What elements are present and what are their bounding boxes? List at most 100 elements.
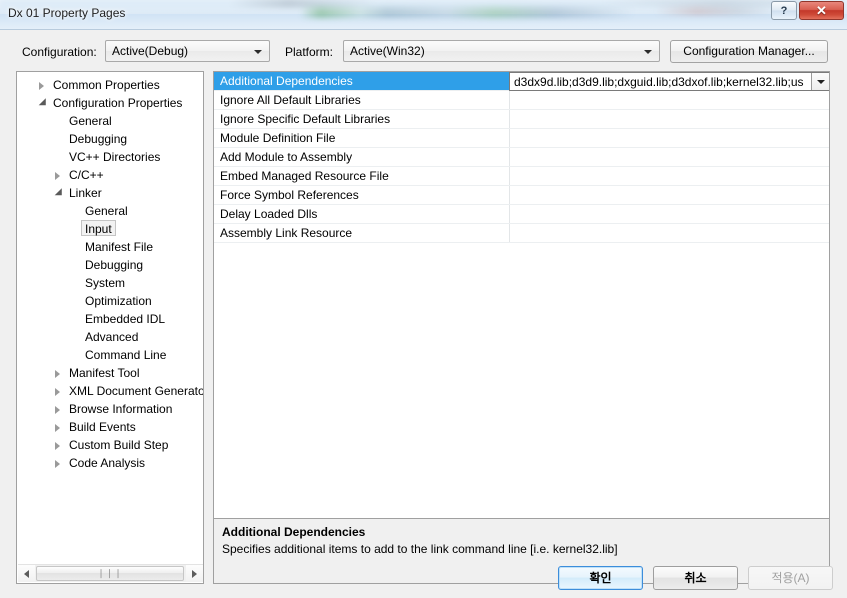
property-value[interactable] [510, 224, 829, 242]
tree-node-label: Linker [69, 186, 102, 200]
chevron-down-icon [644, 50, 652, 54]
properties-tree-panel[interactable]: Common Properties Configuration Propertie… [16, 71, 204, 584]
property-name[interactable]: Ignore All Default Libraries [214, 91, 509, 109]
description-text: Specifies additional items to add to the… [222, 542, 618, 556]
property-name[interactable]: Add Module to Assembly [214, 148, 509, 166]
tree-node-debugging[interactable]: Debugging [17, 130, 203, 148]
dialog-body: Configuration: Active(Debug) Platform: A… [0, 29, 847, 598]
tree-node-embedded-idl[interactable]: Embedded IDL [17, 310, 203, 328]
tree-node-label: Code Analysis [69, 456, 146, 470]
chevron-down-icon[interactable] [54, 188, 66, 199]
properties-tree: Common Properties Configuration Propertie… [17, 76, 203, 472]
property-value[interactable] [510, 91, 829, 109]
property-value[interactable] [510, 186, 829, 204]
tree-node-label: Browse Information [69, 402, 173, 416]
description-title: Additional Dependencies [222, 525, 366, 539]
tree-node-label: Debugging [85, 258, 144, 272]
tree-node-label: System [85, 276, 126, 290]
tree-node-code-analysis[interactable]: Code Analysis [17, 454, 203, 472]
tree-node-label: VC++ Directories [69, 150, 161, 164]
property-grid[interactable]: Additional Dependencies d3dx9d.lib;d3d9.l… [213, 71, 830, 519]
property-name[interactable]: Assembly Link Resource [214, 224, 509, 242]
tree-node-custom-build-step[interactable]: Custom Build Step [17, 436, 203, 454]
help-icon[interactable]: ? [771, 1, 797, 20]
tree-node-label: Command Line [85, 348, 167, 362]
property-name[interactable]: Additional Dependencies [214, 72, 509, 90]
configuration-label: Configuration: [22, 45, 97, 59]
tree-node-c-c[interactable]: C/C++ [17, 166, 203, 184]
property-value-editor[interactable]: d3dx9d.lib;d3d9.lib;dxguid.lib;d3dxof.li… [509, 72, 829, 91]
additional-dependencies-input[interactable]: d3dx9d.lib;d3d9.lib;dxguid.lib;d3dxof.li… [510, 75, 811, 89]
chevron-down-icon[interactable] [38, 98, 50, 109]
property-row[interactable]: Embed Managed Resource File [214, 167, 829, 186]
tree-node-label: XML Document Generator [69, 384, 203, 398]
tree-node-vc-directories[interactable]: VC++ Directories [17, 148, 203, 166]
property-value[interactable] [510, 148, 829, 166]
property-name[interactable]: Delay Loaded Dlls [214, 205, 509, 223]
chevron-right-icon[interactable] [55, 370, 60, 378]
platform-label: Platform: [285, 45, 334, 59]
tree-node-browse-information[interactable]: Browse Information [17, 400, 203, 418]
tree-node-manifest-file[interactable]: Manifest File [17, 238, 203, 256]
tree-node-label: Advanced [85, 330, 139, 344]
title-bar[interactable]: Dx 01 Property Pages ? ✕ [0, 0, 847, 29]
property-name[interactable]: Force Symbol References [214, 186, 509, 204]
apply-button: 적용(A) [748, 566, 833, 590]
tree-node-linker[interactable]: Linker [17, 184, 203, 202]
tree-node-label: Manifest Tool [69, 366, 140, 380]
property-row[interactable]: Delay Loaded Dlls [214, 205, 829, 224]
property-name[interactable]: Ignore Specific Default Libraries [214, 110, 509, 128]
tree-node-input[interactable]: Input [17, 220, 203, 238]
value-editor-dropdown-button[interactable] [811, 73, 829, 90]
chevron-right-icon[interactable] [55, 424, 60, 432]
chevron-right-icon[interactable] [55, 460, 60, 468]
cancel-button[interactable]: 취소 [653, 566, 738, 590]
tree-node-label: General [69, 114, 112, 128]
window-title: Dx 01 Property Pages [8, 6, 126, 20]
chevron-right-icon[interactable] [55, 172, 60, 180]
tree-node-configuration-properties[interactable]: Configuration Properties [17, 94, 203, 112]
chevron-right-icon[interactable] [55, 406, 60, 414]
tree-node-label: Debugging [69, 132, 128, 146]
tree-node-build-events[interactable]: Build Events [17, 418, 203, 436]
property-name[interactable]: Embed Managed Resource File [214, 167, 509, 185]
chevron-right-icon[interactable] [55, 388, 60, 396]
tree-node-label: Optimization [85, 294, 152, 308]
property-row[interactable]: Assembly Link Resource [214, 224, 829, 243]
tree-node-debugging[interactable]: Debugging [17, 256, 203, 274]
property-value[interactable] [510, 110, 829, 128]
property-name[interactable]: Module Definition File [214, 129, 509, 147]
tree-node-manifest-tool[interactable]: Manifest Tool [17, 364, 203, 382]
tree-node-common-properties[interactable]: Common Properties [17, 76, 203, 94]
tree-node-system[interactable]: System [17, 274, 203, 292]
glass-reflection [0, 0, 847, 12]
property-value[interactable] [510, 205, 829, 223]
tree-node-label: Common Properties [53, 78, 160, 92]
property-row[interactable]: Add Module to Assembly [214, 148, 829, 167]
tree-node-label: General [85, 204, 128, 218]
tree-node-label: Custom Build Step [69, 438, 169, 452]
tree-node-general[interactable]: General [17, 202, 203, 220]
tree-node-command-line[interactable]: Command Line [17, 346, 203, 364]
tree-node-label: Input [81, 220, 116, 236]
property-row[interactable]: Force Symbol References [214, 186, 829, 205]
tree-node-label: Build Events [69, 420, 136, 434]
configuration-dropdown[interactable]: Active(Debug) [105, 40, 270, 62]
tree-node-general[interactable]: General [17, 112, 203, 130]
chevron-right-icon[interactable] [39, 82, 44, 90]
ok-button[interactable]: 확인 [558, 566, 643, 590]
tree-node-optimization[interactable]: Optimization [17, 292, 203, 310]
tree-node-label: C/C++ [69, 168, 104, 182]
platform-dropdown[interactable]: Active(Win32) [343, 40, 660, 62]
chevron-right-icon[interactable] [55, 442, 60, 450]
property-row[interactable]: Ignore Specific Default Libraries [214, 110, 829, 129]
property-row[interactable]: Additional Dependencies d3dx9d.lib;d3d9.l… [214, 72, 829, 91]
property-value[interactable] [510, 129, 829, 147]
property-row[interactable]: Module Definition File [214, 129, 829, 148]
tree-node-advanced[interactable]: Advanced [17, 328, 203, 346]
tree-node-xml-document-generator[interactable]: XML Document Generator [17, 382, 203, 400]
close-icon[interactable]: ✕ [799, 1, 844, 20]
configuration-manager-button[interactable]: Configuration Manager... [670, 40, 828, 63]
property-value[interactable] [510, 167, 829, 185]
property-row[interactable]: Ignore All Default Libraries [214, 91, 829, 110]
